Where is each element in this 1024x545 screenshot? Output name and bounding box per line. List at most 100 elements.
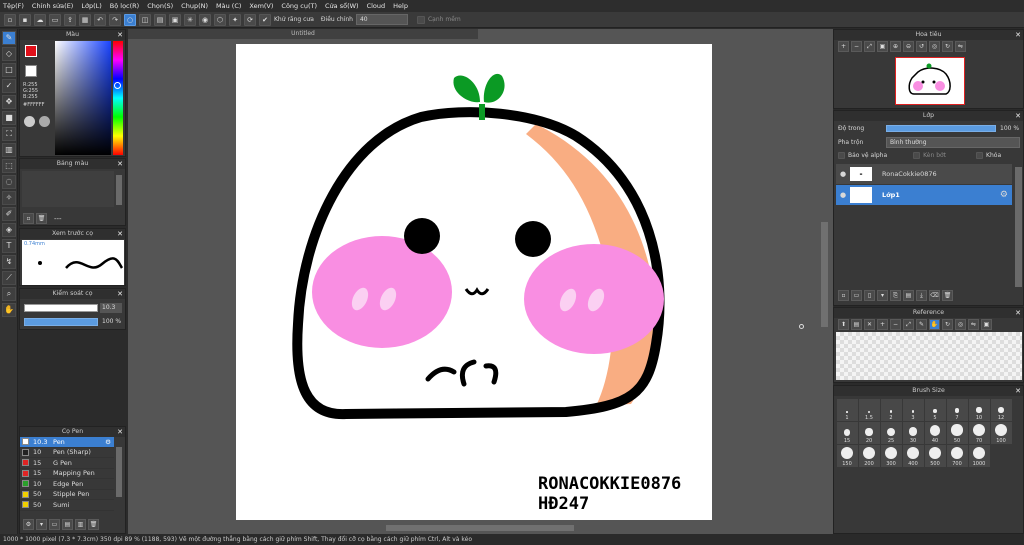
reference-fit-icon[interactable]: ⤢ (903, 319, 914, 330)
pen-row[interactable]: 15 G Pen (20, 458, 114, 469)
brush-size-cell[interactable]: 1000 (968, 444, 990, 467)
polygon-icon[interactable]: ⬡ (214, 13, 226, 26)
chat-icon[interactable]: ▭ (49, 13, 61, 26)
grid-icon[interactable]: ▦ (79, 13, 91, 26)
layer-row-selected[interactable]: ● Lớp1 ⚙ (836, 185, 1012, 205)
pen-row[interactable]: 10 Pen (Sharp) (20, 448, 114, 458)
menu-item[interactable]: Chụp(N) (181, 2, 208, 10)
brush-size-cell[interactable]: 1 (836, 398, 858, 421)
brush-size-cell[interactable]: 20 (858, 421, 880, 444)
brush-opacity-slider[interactable] (24, 318, 98, 326)
brush-size-cell[interactable]: 300 (880, 444, 902, 467)
move-tool-icon[interactable]: ✥ (2, 95, 16, 109)
brush-size-cell[interactable]: 100 (990, 421, 1012, 444)
menu-item[interactable]: Cloud (367, 2, 386, 10)
select-rect-icon[interactable]: □ (2, 63, 16, 77)
new-layer3-icon[interactable]: ▯ (864, 290, 875, 301)
layer-scrollbar[interactable] (1015, 167, 1022, 287)
pen-tool-icon[interactable]: ✎ (2, 31, 16, 45)
layer-settings-icon[interactable]: ⚙ (1000, 190, 1008, 200)
brush-size-slider[interactable] (24, 304, 98, 312)
share-icon[interactable]: ⇪ (64, 13, 76, 26)
new-layer2-icon[interactable]: ▭ (851, 290, 862, 301)
document-tab[interactable]: Untitled (128, 29, 478, 39)
pen-row[interactable]: 15 Mapping Pen (20, 469, 114, 479)
menu-item[interactable]: Bộ lọc(R) (110, 2, 139, 10)
actual-size-icon[interactable]: ▣ (877, 41, 888, 52)
layer-clear-icon[interactable]: ⌫ (929, 290, 940, 301)
menu-item[interactable]: Xem(V) (249, 2, 273, 10)
close-icon[interactable]: ✕ (117, 427, 123, 437)
snap-icon[interactable]: ✦ (229, 13, 241, 26)
document-canvas[interactable]: RONACOKKIE0876 HĐ247 (236, 44, 712, 520)
brush-size-cell[interactable]: 5 (924, 398, 946, 421)
rotate-icon[interactable]: ⟳ (244, 13, 256, 26)
navigator-thumbnail[interactable] (895, 57, 965, 105)
rotate-reset-icon[interactable]: ◎ (929, 41, 940, 52)
hue-slider[interactable] (113, 41, 123, 155)
hand-tool-icon[interactable]: ✋ (2, 303, 16, 317)
brush-size-cell[interactable]: 200 (858, 444, 880, 467)
zoom-in-icon[interactable]: + (838, 41, 849, 52)
check-tool-icon[interactable]: ✓ (2, 79, 16, 93)
circle-icon[interactable]: ◉ (199, 13, 211, 26)
fit-icon[interactable]: ⤢ (864, 41, 875, 52)
close-icon[interactable]: ✕ (1015, 30, 1021, 40)
pen-folder-icon[interactable]: ▤ (62, 519, 73, 530)
brush-size-cell[interactable]: 40 (924, 421, 946, 444)
hue-handle[interactable] (114, 82, 121, 89)
eye-icon[interactable]: ● (836, 191, 850, 199)
reference-rotate-icon[interactable]: ↻ (942, 319, 953, 330)
menu-item[interactable]: Help (393, 2, 408, 10)
lasso-icon[interactable]: ○ (124, 13, 136, 26)
brush-size-cell[interactable]: 400 (902, 444, 924, 467)
divide-tool-icon[interactable]: ⟋ (2, 271, 16, 285)
reference-reset-icon[interactable]: ◎ (955, 319, 966, 330)
undo-icon[interactable]: ↶ (94, 13, 106, 26)
eye-icon[interactable]: ● (836, 170, 850, 178)
new-file-icon[interactable]: ▫ (4, 13, 16, 26)
pen-row[interactable]: 10 Edge Pen (20, 479, 114, 490)
box-icon[interactable]: ▣ (169, 13, 181, 26)
swatch-area[interactable] (22, 171, 114, 207)
reference-zoom-in-icon[interactable]: + (877, 319, 888, 330)
layer-row-text[interactable]: ● ▬ RonaCokkie0876 (836, 164, 1012, 184)
reference-eyedropper-icon[interactable]: ✎ (916, 319, 927, 330)
brush-size-cell[interactable]: 50 (946, 421, 968, 444)
layer-opacity-slider[interactable] (886, 125, 996, 132)
clipping-checkbox[interactable] (913, 152, 921, 159)
bucket-tool-icon[interactable]: ⛶ (2, 127, 16, 141)
brush-size-cell[interactable]: 3 (902, 398, 924, 421)
layer-folder-icon[interactable]: ▤ (903, 290, 914, 301)
select-pen-icon[interactable]: ✐ (2, 207, 16, 221)
canvas-horizontal-scrollbar[interactable] (386, 525, 574, 531)
antialias-checkbox-icon[interactable]: ✔ (259, 13, 271, 26)
layer-type-icon[interactable]: ▾ (877, 290, 888, 301)
pen-copy-icon[interactable]: ▭ (49, 519, 60, 530)
pen-folder2-icon[interactable]: ▥ (75, 519, 86, 530)
flip-icon[interactable]: ⇋ (955, 41, 966, 52)
pen-delete-icon[interactable]: 🗑 (88, 519, 99, 530)
brush-size-cell[interactable]: 150 (836, 444, 858, 467)
menu-item[interactable]: Cửa sổ(W) (325, 2, 359, 10)
brush-size-cell[interactable]: 15 (836, 421, 858, 444)
close-icon[interactable]: ✕ (1015, 111, 1021, 121)
menu-item[interactable]: Tệp(F) (3, 2, 24, 10)
blend-select[interactable]: Bình thường (886, 137, 1020, 148)
pen-list-scrollbar[interactable] (116, 447, 122, 497)
color-wheel-icon[interactable] (24, 116, 35, 127)
new-layer-icon[interactable]: ▫ (838, 290, 849, 301)
reference-lock-icon[interactable]: ▣ (981, 319, 992, 330)
close-icon[interactable]: ✕ (117, 289, 123, 299)
redo-icon[interactable]: ↷ (109, 13, 121, 26)
menu-item[interactable]: Chỉnh sửa(E) (32, 2, 73, 10)
text-tool-icon[interactable]: T (2, 239, 16, 253)
foreground-color-swatch[interactable] (25, 45, 37, 57)
perspective-icon[interactable]: ◫ (139, 13, 151, 26)
brush-size-cell[interactable]: 30 (902, 421, 924, 444)
reference-zoom-out-icon[interactable]: − (890, 319, 901, 330)
canvas-vertical-scrollbar[interactable] (821, 222, 828, 327)
wand-tool-icon[interactable]: ✧ (2, 191, 16, 205)
pen-add-icon[interactable]: ▾ (36, 519, 47, 530)
brush-size-cell[interactable]: 12 (990, 398, 1012, 421)
